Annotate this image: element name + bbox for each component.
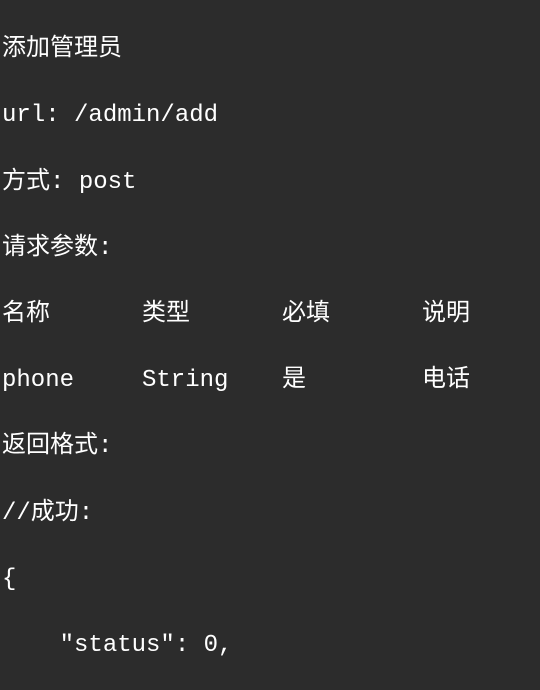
params-label: 请求参数: bbox=[2, 232, 538, 265]
params-header: 名称 类型 必填 说明 bbox=[2, 298, 538, 331]
url-line: url: /admin/add bbox=[2, 99, 538, 132]
method-label: 方式: bbox=[2, 169, 64, 196]
success-status: "status": 0, bbox=[2, 629, 538, 662]
param-name: phone bbox=[2, 364, 142, 397]
header-type: 类型 bbox=[142, 298, 282, 331]
param-type: String bbox=[142, 364, 282, 397]
api-doc: 添加管理员 url: /admin/add 方式: post 请求参数: 名称 … bbox=[0, 0, 540, 690]
param-desc: 电话 bbox=[422, 364, 470, 397]
header-required: 必填 bbox=[282, 298, 422, 331]
header-desc: 说明 bbox=[422, 298, 470, 331]
title: 添加管理员 bbox=[2, 33, 538, 66]
url-label: url: bbox=[2, 102, 60, 129]
brace-open-success: { bbox=[2, 563, 538, 596]
header-name: 名称 bbox=[2, 298, 142, 331]
param-required: 是 bbox=[282, 364, 422, 397]
method-value: post bbox=[79, 169, 137, 196]
url-value: /admin/add bbox=[74, 102, 218, 129]
success-comment: //成功: bbox=[2, 497, 538, 530]
method-line: 方式: post bbox=[2, 166, 538, 199]
return-label: 返回格式: bbox=[2, 430, 538, 463]
params-row: phone String 是 电话 bbox=[2, 364, 538, 397]
